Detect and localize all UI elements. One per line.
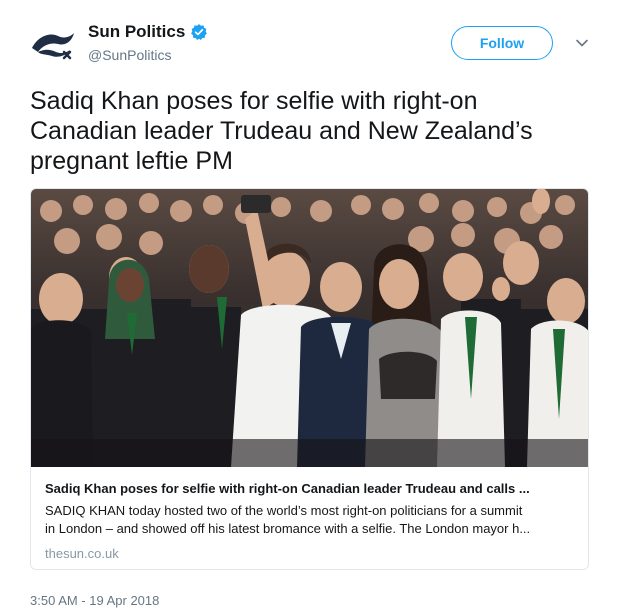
handle[interactable]: @SunPolitics [88, 47, 208, 63]
card-image[interactable] [31, 189, 589, 467]
chevron-down-icon[interactable] [575, 36, 589, 50]
display-name[interactable]: Sun Politics [88, 22, 185, 42]
tweet-text-line: pregnant leftie PM [30, 147, 233, 175]
tweet-text: Sadiq Khan poses for selfie with right-o… [30, 86, 600, 176]
author-block[interactable]: Sun Politics @SunPolitics [88, 22, 208, 63]
follow-button[interactable]: Follow [451, 26, 553, 60]
card-domain: thesun.co.uk [45, 546, 119, 561]
tweet-text-line: Canadian leader Trudeau and New Zealand’… [30, 117, 533, 145]
card-description-line: SADIQ KHAN today hosted two of the world… [45, 503, 523, 518]
tweet-text-line: Sadiq Khan poses for selfie with right-o… [30, 87, 478, 115]
verified-badge-icon [191, 24, 208, 41]
sun-politics-logo-icon[interactable] [28, 22, 78, 66]
card-description-line: in London – and showed off his latest br… [45, 521, 531, 536]
timestamp[interactable]: 3:50 AM - 19 Apr 2018 [30, 593, 159, 609]
card-description: SADIQ KHAN today hosted two of the world… [45, 502, 573, 538]
card-body: Sadiq Khan poses for selfie with right-o… [45, 480, 575, 562]
tweet: Sun Politics @SunPolitics Follow Sadiq K… [0, 0, 622, 608]
link-card[interactable]: Sadiq Khan poses for selfie with right-o… [30, 188, 589, 570]
card-title: Sadiq Khan poses for selfie with right-o… [45, 481, 530, 496]
